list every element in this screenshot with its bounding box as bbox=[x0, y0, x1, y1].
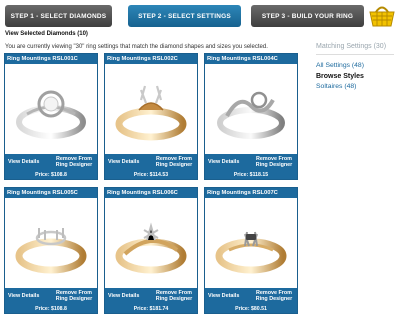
browse-styles-heading: Browse Styles bbox=[316, 73, 364, 80]
card-footer: View Details Remove From Ring Designer P… bbox=[205, 154, 297, 179]
ring-price: Price: $108.8 bbox=[35, 305, 67, 312]
view-selected-diamonds-link[interactable]: View Selected Diamonds (10) bbox=[5, 31, 88, 37]
sidebar-divider bbox=[316, 54, 394, 55]
ring-card: Ring Mountings RSL007C View Details Remo… bbox=[204, 187, 298, 314]
ring-image[interactable] bbox=[105, 65, 197, 155]
ring-card: Ring Mountings RSL002C View Details Remo… bbox=[104, 53, 198, 180]
view-details-link[interactable]: View Details bbox=[208, 293, 239, 299]
card-footer: View Details Remove From Ring Designer P… bbox=[105, 288, 197, 313]
shopping-basket-icon[interactable] bbox=[368, 2, 396, 28]
view-details-link[interactable]: View Details bbox=[208, 159, 239, 165]
card-footer: View Details Remove From Ring Designer P… bbox=[105, 154, 197, 179]
solitaires-link[interactable]: Soltaires (48) bbox=[316, 83, 400, 90]
ring-image[interactable] bbox=[5, 65, 97, 155]
ring-title[interactable]: Ring Mountings RSL007C bbox=[205, 188, 297, 198]
ring-card: Ring Mountings RSL001C View Details Remo… bbox=[4, 53, 98, 180]
ring-card: Ring Mountings RSL004C View Details Remo… bbox=[204, 53, 298, 180]
ring-card: Ring Mountings RSL006C View Details Remo… bbox=[104, 187, 198, 314]
step-3-build-ring-button[interactable]: STEP 3 - BUILD YOUR RING bbox=[251, 5, 364, 27]
ring-price: Price: $181.74 bbox=[133, 305, 169, 312]
ring-price: Price: $80.51 bbox=[235, 305, 267, 312]
matching-settings-heading: Matching Settings (30) bbox=[316, 43, 387, 50]
remove-from-ring-designer-link[interactable]: Remove From Ring Designer bbox=[54, 156, 94, 169]
view-details-link[interactable]: View Details bbox=[108, 159, 139, 165]
step-1-select-diamonds-button[interactable]: STEP 1 - SELECT DIAMONDS bbox=[5, 5, 112, 27]
remove-from-ring-designer-link[interactable]: Remove From Ring Designer bbox=[154, 156, 194, 169]
all-settings-link[interactable]: All Settings (48) bbox=[316, 62, 400, 69]
ring-image[interactable] bbox=[205, 199, 297, 289]
view-details-link[interactable]: View Details bbox=[8, 293, 39, 299]
card-footer: View Details Remove From Ring Designer P… bbox=[5, 288, 97, 313]
ring-card: Ring Mountings RSL005C View Details Remo… bbox=[4, 187, 98, 314]
viewing-info-text: You are currently viewing "30" ring sett… bbox=[5, 44, 268, 50]
remove-from-ring-designer-link[interactable]: Remove From Ring Designer bbox=[254, 156, 294, 169]
step-2-select-settings-button[interactable]: STEP 2 - SELECT SETTINGS bbox=[128, 5, 241, 27]
remove-from-ring-designer-link[interactable]: Remove From Ring Designer bbox=[154, 290, 194, 303]
remove-from-ring-designer-link[interactable]: Remove From Ring Designer bbox=[54, 290, 94, 303]
ring-title[interactable]: Ring Mountings RSL001C bbox=[5, 54, 97, 64]
sidebar: Matching Settings (30) All Settings (48)… bbox=[316, 43, 400, 90]
ring-title[interactable]: Ring Mountings RSL004C bbox=[205, 54, 297, 64]
view-details-link[interactable]: View Details bbox=[8, 159, 39, 165]
ring-image[interactable] bbox=[105, 199, 197, 289]
card-footer: View Details Remove From Ring Designer P… bbox=[205, 288, 297, 313]
remove-from-ring-designer-link[interactable]: Remove From Ring Designer bbox=[254, 290, 294, 303]
ring-title[interactable]: Ring Mountings RSL006C bbox=[105, 188, 197, 198]
card-footer: View Details Remove From Ring Designer P… bbox=[5, 154, 97, 179]
view-details-link[interactable]: View Details bbox=[108, 293, 139, 299]
ring-price: Price: $114.53 bbox=[133, 171, 169, 178]
ring-image[interactable] bbox=[205, 65, 297, 155]
ring-price: Price: $108.8 bbox=[35, 171, 67, 178]
ring-title[interactable]: Ring Mountings RSL002C bbox=[105, 54, 197, 64]
step-navigation: STEP 1 - SELECT DIAMONDS STEP 2 - SELECT… bbox=[5, 5, 364, 27]
ring-image[interactable] bbox=[5, 199, 97, 289]
ring-price: Price: $118.15 bbox=[233, 171, 269, 178]
ring-title[interactable]: Ring Mountings RSL005C bbox=[5, 188, 97, 198]
